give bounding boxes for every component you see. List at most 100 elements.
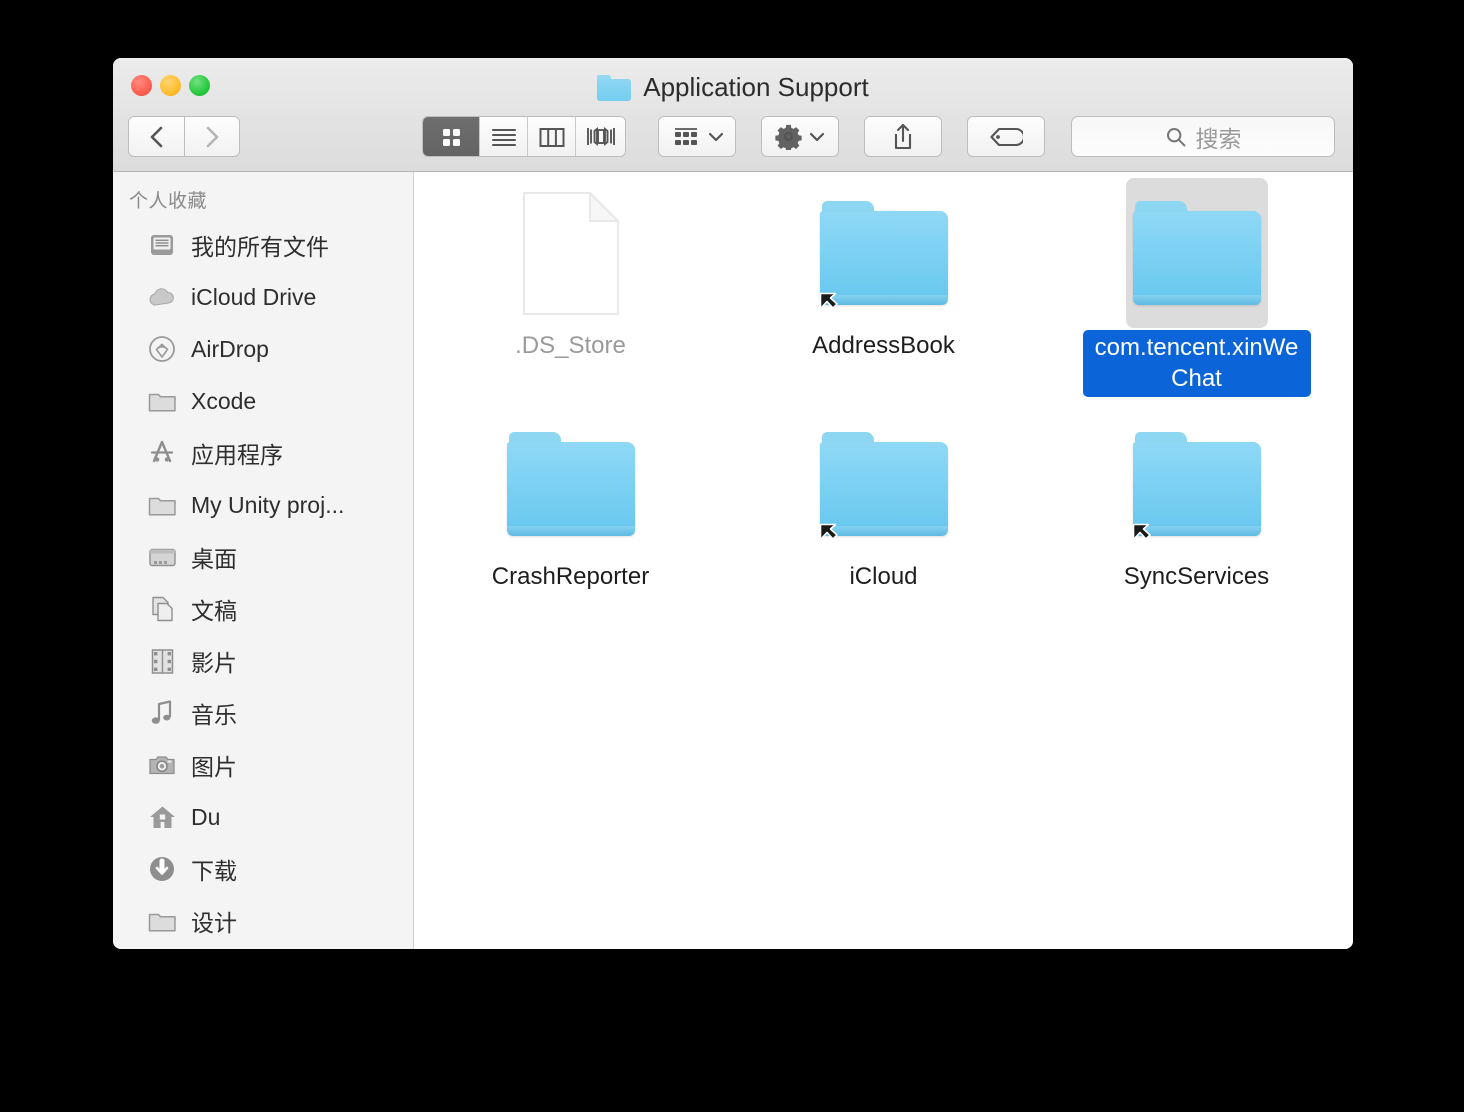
page-title: Application Support [643,72,869,102]
grid-view-icon [443,128,460,146]
sidebar-item-home[interactable]: Du [113,791,413,843]
file-label: com.tencent.xinWeChat [1082,330,1311,398]
icloud-drive-icon [147,282,177,312]
sidebar-item-label: Xcode [191,387,257,414]
file-label: SyncServices [1123,563,1270,590]
file-icon-holder [1126,409,1268,559]
sidebar-item-label: 桌面 [191,546,237,572]
file-icon-holder [813,409,955,559]
sidebar-item-applications[interactable]: 应用程序 [113,427,413,479]
view-mode-coverflow-button[interactable] [576,117,625,156]
share-button[interactable] [864,116,942,157]
sidebar-item-label: 图片 [191,754,237,780]
file-label: .DS_Store [515,332,626,359]
finder-window: Application Support 搜索 个人收藏 我的所有文件 iClou… [113,58,1353,949]
share-icon [894,123,912,149]
sidebar-item-documents[interactable]: 文稿 [113,583,413,635]
sidebar-item-label: Du [191,803,221,830]
file-item[interactable]: CrashReporter [414,409,727,634]
search-input[interactable]: 搜索 [1071,116,1335,157]
alias-arrow-icon [819,292,838,310]
sidebar-item-label: 文稿 [191,598,237,624]
tags-button[interactable] [967,116,1045,157]
titlebar-toolbar: Application Support 搜索 [113,58,1353,172]
file-item[interactable]: AddressBook [727,178,1040,403]
alias-arrow-icon [819,523,838,541]
chevron-down-icon [809,132,825,141]
coverflow-view-icon [586,127,615,146]
pictures-icon [147,750,177,780]
sidebar-item-my-unity-projects[interactable]: My Unity proj... [113,479,413,531]
back-button[interactable] [128,116,184,157]
alias-arrow-icon [1132,523,1151,541]
movies-icon [147,646,177,676]
sidebar-item-label: My Unity proj... [191,491,345,518]
folder-icon [819,432,948,541]
folder-icon [1132,201,1261,305]
chevron-left-icon [150,126,162,147]
action-menu-button[interactable] [761,116,839,157]
search-placeholder: 搜索 [1195,125,1242,152]
sidebar-item-all-my-files[interactable]: 我的所有文件 [113,219,413,271]
sidebar-item-movies[interactable]: 影片 [113,635,413,687]
sidebar-item-icloud-drive[interactable]: iCloud Drive [113,271,413,323]
list-view-icon [491,128,516,146]
view-mode-icon-button[interactable] [423,117,480,156]
folder-icon [147,490,177,520]
file-browser-content[interactable]: .DS_Store AddressBook com.tencent.xinWeC… [414,172,1353,949]
title-folder-icon [597,74,632,101]
arrange-button[interactable] [658,116,736,157]
file-icon-holder [813,178,955,328]
folder-icon [147,386,177,416]
column-view-icon [539,127,564,147]
file-item[interactable]: .DS_Store [414,178,727,403]
sidebar-item-label: AirDrop [191,335,269,362]
sidebar-item-desktop[interactable]: 桌面 [113,531,413,583]
downloads-icon [147,854,177,884]
search-icon [1166,127,1185,146]
desktop-icon [147,542,177,572]
view-mode-group [422,116,626,157]
folder-icon [1132,432,1261,541]
sidebar-item-label: 设计 [191,910,237,936]
sidebar-item-design[interactable]: 设计 [113,895,413,947]
sidebar-item-downloads[interactable]: 下载 [113,843,413,895]
file-icon-holder [1125,178,1268,328]
chevron-down-icon [708,132,723,141]
folder-icon [506,432,635,536]
file-item[interactable]: SyncServices [1040,409,1353,634]
file-icon-holder [500,409,642,559]
sidebar-item-airdrop[interactable]: AirDrop [113,323,413,375]
sidebar-item-xcode[interactable]: Xcode [113,375,413,427]
sidebar-item-music[interactable]: 音乐 [113,687,413,739]
folder-icon [147,906,177,936]
sidebar-item-label: 我的所有文件 [191,234,329,260]
all-my-files-icon [147,230,177,260]
sidebar-item-label: 应用程序 [191,442,283,468]
traffic-light-group [131,75,210,96]
file-label: CrashReporter [491,563,650,590]
forward-button[interactable] [184,116,240,157]
music-icon [147,698,177,728]
view-mode-column-button[interactable] [528,117,576,156]
gear-icon [775,124,802,150]
sidebar-item-pictures[interactable]: 图片 [113,739,413,791]
tag-icon [990,127,1023,146]
airdrop-icon [147,334,177,364]
view-mode-list-button[interactable] [480,117,528,156]
file-item-selected[interactable]: com.tencent.xinWeChat [1040,178,1353,403]
sidebar: 个人收藏 我的所有文件 iCloud Drive AirDrop Xcode 应… [113,172,414,949]
file-label: iCloud [849,563,918,590]
minimize-button[interactable] [160,75,181,96]
documents-icon [147,594,177,624]
sidebar-section-header: 个人收藏 [129,191,208,212]
applications-icon [147,438,177,468]
file-label: AddressBook [812,332,955,359]
maximize-button[interactable] [189,75,210,96]
chevron-right-icon [206,126,219,147]
file-item[interactable]: iCloud [727,409,1040,634]
file-icon-holder [500,178,642,328]
close-button[interactable] [131,75,152,96]
document-icon [522,191,620,316]
home-icon [147,802,177,832]
